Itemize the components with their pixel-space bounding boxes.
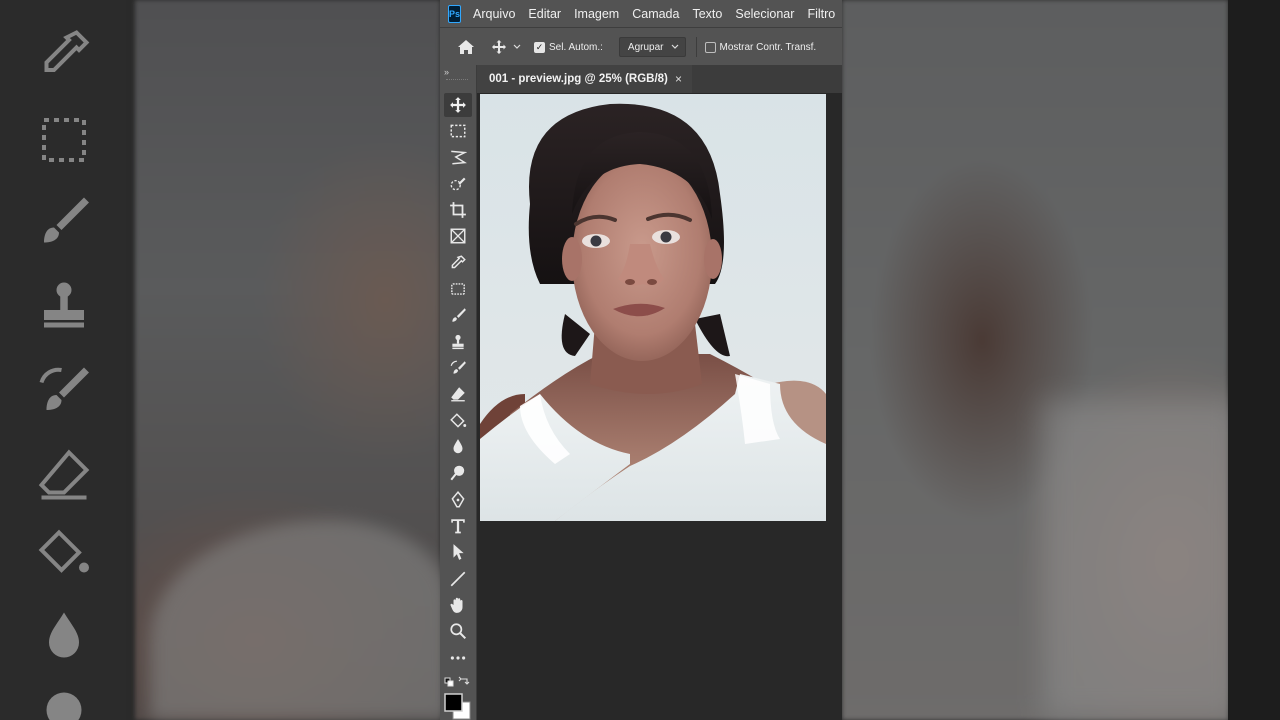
blurred-eraser-icon: [34, 445, 94, 505]
photoshop-logo-icon[interactable]: Ps: [448, 4, 462, 23]
stamp-icon: [452, 334, 464, 350]
stamp-tool[interactable]: [444, 330, 472, 354]
more-tools[interactable]: [444, 646, 472, 670]
blur-tool[interactable]: [444, 435, 472, 459]
blurred-brush-icon: [34, 190, 94, 250]
transform-controls-checkbox[interactable]: [704, 41, 716, 53]
blurred-healing-icon: [34, 110, 94, 170]
transform-controls-label: Mostrar Contr. Transf.: [719, 41, 817, 53]
canvas-area[interactable]: [477, 93, 842, 720]
blurred-paint-bucket-icon: [34, 525, 94, 585]
home-icon[interactable]: [457, 39, 475, 55]
blurred-dodge-icon: [34, 685, 94, 720]
type-icon: [451, 519, 465, 534]
crop-icon: [450, 202, 466, 218]
lasso-icon: [451, 150, 467, 165]
crop-tool[interactable]: [444, 198, 472, 222]
photoshop-window: Ps Arquivo Editar Imagem Camada Texto Se…: [440, 0, 842, 720]
chevron-down-icon: [671, 44, 678, 49]
quick-selection-tool[interactable]: [444, 172, 472, 196]
menu-arquivo[interactable]: Arquivo: [473, 7, 515, 21]
zoom-tool[interactable]: [444, 619, 472, 643]
menu-texto[interactable]: Texto: [692, 7, 722, 21]
group-dropdown-value: Agrupar: [627, 41, 664, 53]
quick-selection-icon: [450, 177, 466, 191]
eyedropper-icon: [451, 255, 466, 269]
blurred-dress: [1042, 400, 1242, 720]
close-icon[interactable]: ×: [675, 72, 682, 86]
document-tab-title: 001 - preview.jpg @ 25% (RGB/8): [489, 73, 668, 85]
foreground-color-swatch[interactable]: [444, 693, 463, 712]
auto-select-label: Sel. Autom.:: [549, 41, 603, 53]
more-icon: [450, 656, 466, 660]
pen-icon: [451, 491, 465, 508]
zoom-icon: [450, 623, 467, 640]
move-icon: [450, 97, 466, 113]
menu-imagem[interactable]: Imagem: [574, 7, 619, 21]
frame-tool[interactable]: [444, 224, 472, 248]
brush-tool[interactable]: [444, 303, 472, 327]
portrait-photo: [480, 103, 826, 521]
color-swatches: [444, 675, 474, 720]
menu-filtro[interactable]: Filtro: [807, 7, 835, 21]
default-colors-icon[interactable]: [444, 677, 454, 687]
menu-bar: Ps Arquivo Editar Imagem Camada Texto Se…: [440, 0, 842, 27]
path-selection-tool[interactable]: [444, 540, 472, 564]
marquee-tool[interactable]: [444, 119, 472, 143]
eraser-tool[interactable]: [444, 382, 472, 406]
blur-drop-icon: [453, 439, 463, 454]
blurred-stamp-icon: [34, 275, 94, 335]
blurred-eyedropper-icon: [34, 25, 94, 85]
auto-select-checkbox[interactable]: ✓: [534, 41, 545, 53]
healing-icon: [451, 283, 465, 295]
options-bar: ✓ Sel. Autom.: Agrupar Mostrar Contr. Tr…: [440, 27, 842, 67]
move-tool[interactable]: [444, 93, 472, 117]
tools-panel: »: [440, 65, 477, 720]
paint-bucket-icon: [450, 413, 467, 428]
type-tool[interactable]: [444, 514, 472, 538]
menu-camada[interactable]: Camada: [632, 7, 679, 21]
menu-selecionar[interactable]: Selecionar: [735, 7, 794, 21]
healing-tool[interactable]: [444, 277, 472, 301]
blurred-blur-drop-icon: [34, 605, 94, 665]
document-tab[interactable]: 001 - preview.jpg @ 25% (RGB/8) ×: [477, 65, 692, 93]
options-divider: [695, 37, 697, 57]
swap-colors-icon[interactable]: [458, 676, 470, 685]
line-icon: [450, 571, 466, 587]
marquee-icon: [450, 124, 466, 138]
hand-icon: [450, 597, 463, 613]
history-brush-tool[interactable]: [444, 356, 472, 380]
lasso-tool[interactable]: [444, 145, 472, 169]
dodge-tool[interactable]: [444, 461, 472, 485]
brush-icon: [452, 308, 466, 322]
history-brush-icon: [450, 360, 466, 374]
blurred-history-brush-icon: [34, 360, 94, 420]
pen-tool[interactable]: [444, 488, 472, 512]
blurred-background-right: [842, 0, 1280, 720]
menu-editar[interactable]: Editar: [528, 7, 561, 21]
frame-icon: [450, 228, 466, 244]
hand-tool[interactable]: [444, 593, 472, 617]
dodge-icon: [450, 465, 465, 481]
group-dropdown[interactable]: Agrupar: [618, 37, 686, 57]
document-tab-bar: 001 - preview.jpg @ 25% (RGB/8) ×: [477, 65, 842, 93]
blurred-edge: [1228, 0, 1280, 720]
chevron-down-icon[interactable]: [513, 44, 521, 50]
move-tool-preset-icon[interactable]: [491, 39, 507, 55]
collapse-panel-icon[interactable]: »: [444, 67, 449, 77]
eyedropper-tool[interactable]: [444, 251, 472, 275]
panel-grip[interactable]: [446, 79, 468, 83]
blurred-background-left: [0, 0, 440, 720]
paint-bucket-tool[interactable]: [444, 409, 472, 433]
line-tool[interactable]: [444, 567, 472, 591]
arrow-icon: [453, 544, 464, 560]
document-image[interactable]: [480, 94, 826, 521]
eraser-icon: [451, 387, 465, 402]
